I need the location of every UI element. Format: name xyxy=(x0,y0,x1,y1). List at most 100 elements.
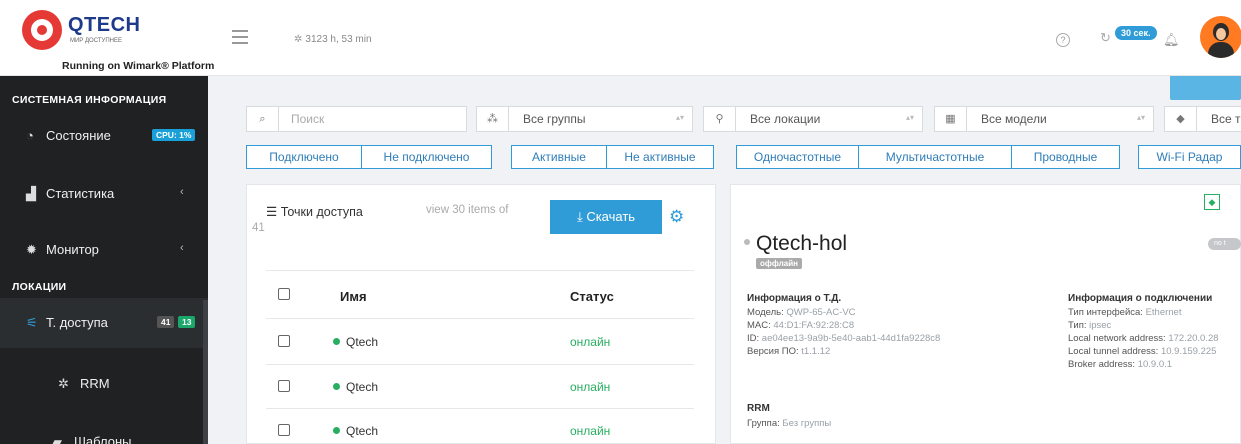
app-root: { "header": { "logo_name": "QTECH", "log… xyxy=(0,0,1241,444)
logo-mark-icon xyxy=(22,10,62,50)
sidebar-item-status[interactable]: ◔ Состояние CPU: 1% xyxy=(0,114,208,158)
user-avatar[interactable] xyxy=(1200,16,1241,58)
conn-lna-row: Local network address: 172.20.0.28 xyxy=(1068,333,1219,344)
sidebar-item-label: Шаблоны xyxy=(74,434,132,444)
logo-name: QTECH xyxy=(68,14,141,36)
download-icon: ⤓ xyxy=(576,209,583,224)
map-marker-icon: ⚲ xyxy=(704,107,736,131)
logo-tagline: МИР ДОСТУПНЕЕ xyxy=(70,38,122,44)
top-action-button[interactable] xyxy=(1170,76,1241,100)
conn-broker-row: Broker address: 10.9.0.1 xyxy=(1068,359,1173,370)
table-divider xyxy=(266,364,694,365)
chevron-left-icon: ‹ xyxy=(180,242,184,254)
sidebar-item-statistics[interactable]: ▟ Статистика ‹ xyxy=(0,172,208,216)
uptime-info: ✲ 3123 h, 53 min xyxy=(294,34,372,45)
ap-name: Qtech xyxy=(346,424,379,438)
row-checkbox[interactable] xyxy=(278,424,290,436)
bar-chart-icon: ▟ xyxy=(26,186,36,201)
filter-chip-not-connected[interactable]: Не подключено xyxy=(361,145,492,169)
gear-icon[interactable]: ⚙ xyxy=(669,207,684,227)
search-placeholder: Поиск xyxy=(291,112,325,126)
locations-select-value: Все локации xyxy=(750,112,821,126)
top-header: QTECH МИР ДОСТУПНЕЕ Running on Wimark® P… xyxy=(0,0,1241,76)
sidebar-item-rrm[interactable]: ✲ RRM xyxy=(0,362,208,406)
table-row-name[interactable]: Qtech xyxy=(333,335,378,349)
filter-chip-wifi-radar[interactable]: Wi-Fi Радар xyxy=(1138,145,1241,169)
row-checkbox[interactable] xyxy=(278,335,290,347)
view-total: 41 xyxy=(252,222,265,234)
ap-detail-name: Qtech-hol xyxy=(756,232,848,255)
menu-toggle-icon[interactable] xyxy=(232,30,248,44)
column-header-name[interactable]: Имя xyxy=(340,289,367,304)
qtech-logo[interactable]: QTECH МИР ДОСТУПНЕЕ Running on Wimark® P… xyxy=(14,8,224,76)
monitor-icon: ✹ xyxy=(26,242,37,257)
sidebar-item-templates[interactable]: ▰ Шаблоны xyxy=(0,420,208,444)
sidebar-item-label: Т. доступа xyxy=(46,315,108,330)
groups-select[interactable]: ⁂ Все группы ▴▾ xyxy=(476,106,693,132)
view-count: view 30 items of xyxy=(426,204,509,216)
table-row-status: онлайн xyxy=(570,380,611,394)
sidebar-item-label: Состояние xyxy=(46,128,111,143)
rrm-heading: RRM xyxy=(747,403,770,414)
list-icon: ☰ xyxy=(266,205,278,219)
status-dot xyxy=(744,239,750,245)
sidebar-item-label: Монитор xyxy=(46,242,99,257)
groups-select-value: Все группы xyxy=(523,112,586,126)
ap-id-row: ID: ae04ee13-9a9b-5e40-aab1-44d1fa9228c8 xyxy=(747,333,941,344)
download-button[interactable]: ⤓ Скачать xyxy=(550,200,662,234)
sidebar-section-locations: ЛОКАЦИИ xyxy=(12,281,67,293)
download-label: Скачать xyxy=(586,209,636,224)
uptime-value: 3123 h, 53 min xyxy=(305,34,372,45)
filter-chip-multi-band[interactable]: Мультичастотные xyxy=(858,145,1012,169)
table-row-name[interactable]: Qtech xyxy=(333,380,378,394)
refresh-icon[interactable]: ↻ xyxy=(1100,30,1111,46)
models-select[interactable]: ▦ Все модели ▴▾ xyxy=(934,106,1154,132)
conn-iface-row: Тип интерфейса: Ethernet xyxy=(1068,307,1182,318)
refresh-timer-badge[interactable]: 30 сек. xyxy=(1115,26,1157,40)
ap-list-title-text: Точки доступа xyxy=(280,205,363,219)
access-point-icon: ⚟ xyxy=(26,315,38,330)
ap-firmware-row: Версия ПО: t1.1.12 xyxy=(747,346,831,357)
table-divider xyxy=(266,270,694,271)
search-icon: ⌕ xyxy=(247,107,279,131)
search-input[interactable]: ⌕ Поиск xyxy=(246,106,467,132)
filter-chip-connected[interactable]: Подключено xyxy=(246,145,362,169)
filter-chip-active[interactable]: Активные xyxy=(511,145,607,169)
ap-mac-row: MAC: 44:D1:FA:92:28:C8 xyxy=(747,320,855,331)
offline-badge: оффлайн xyxy=(756,258,802,269)
row-checkbox[interactable] xyxy=(278,380,290,392)
sort-arrows-icon: ▴▾ xyxy=(905,113,914,122)
sidebar-item-monitor[interactable]: ✹ Монитор ‹ xyxy=(0,228,208,272)
filter-chip-wired[interactable]: Проводные xyxy=(1011,145,1120,169)
rrm-icon: ✲ xyxy=(58,376,69,391)
filter-chip-inactive[interactable]: Не активные xyxy=(606,145,714,169)
table-divider xyxy=(266,318,694,319)
conn-type-row: Тип: ipsec xyxy=(1068,320,1112,331)
models-select-value: Все модели xyxy=(981,112,1047,126)
status-dot xyxy=(333,427,340,434)
model-icon: ▦ xyxy=(935,107,967,131)
sidebar-item-label: Статистика xyxy=(46,186,115,201)
help-icon[interactable]: ? xyxy=(1056,33,1070,47)
rrm-group-row: Группа: Без группы xyxy=(747,418,832,429)
table-row-name[interactable]: Qtech xyxy=(333,424,378,438)
filter-chip-single-band[interactable]: Одночастотные xyxy=(736,145,859,169)
sidebar-item-access-points[interactable]: ⚟ Т. доступа 41 13 xyxy=(0,298,208,348)
sort-arrows-icon: ▴▾ xyxy=(1136,113,1145,122)
conn-lta-row: Local tunnel address: 10.9.159.225 xyxy=(1068,346,1217,357)
locations-select[interactable]: ⚲ Все локации ▴▾ xyxy=(703,106,923,132)
column-header-status[interactable]: Статус xyxy=(570,289,614,304)
tag-pill: no t xyxy=(1208,238,1241,250)
select-all-checkbox[interactable] xyxy=(278,288,290,300)
bell-icon[interactable]: 🔔︎ xyxy=(1163,32,1180,48)
ap-model-row: Модель: QWP-65-AC-VC xyxy=(747,307,856,318)
templates-icon: ▰ xyxy=(52,434,62,444)
table-row-status: онлайн xyxy=(570,424,611,438)
tag-icon[interactable]: ◆ xyxy=(1204,194,1220,210)
ap-online-badge: 13 xyxy=(178,316,196,328)
tags-select-value: Все т xyxy=(1211,112,1241,126)
gear-icon: ✲ xyxy=(294,34,303,45)
sidebar: СИСТЕМНАЯ ИНФОРМАЦИЯ ◔ Состояние CPU: 1%… xyxy=(0,76,208,444)
tags-select[interactable]: ◆ Все т xyxy=(1164,106,1241,132)
ap-total-badge: 41 xyxy=(157,316,175,328)
